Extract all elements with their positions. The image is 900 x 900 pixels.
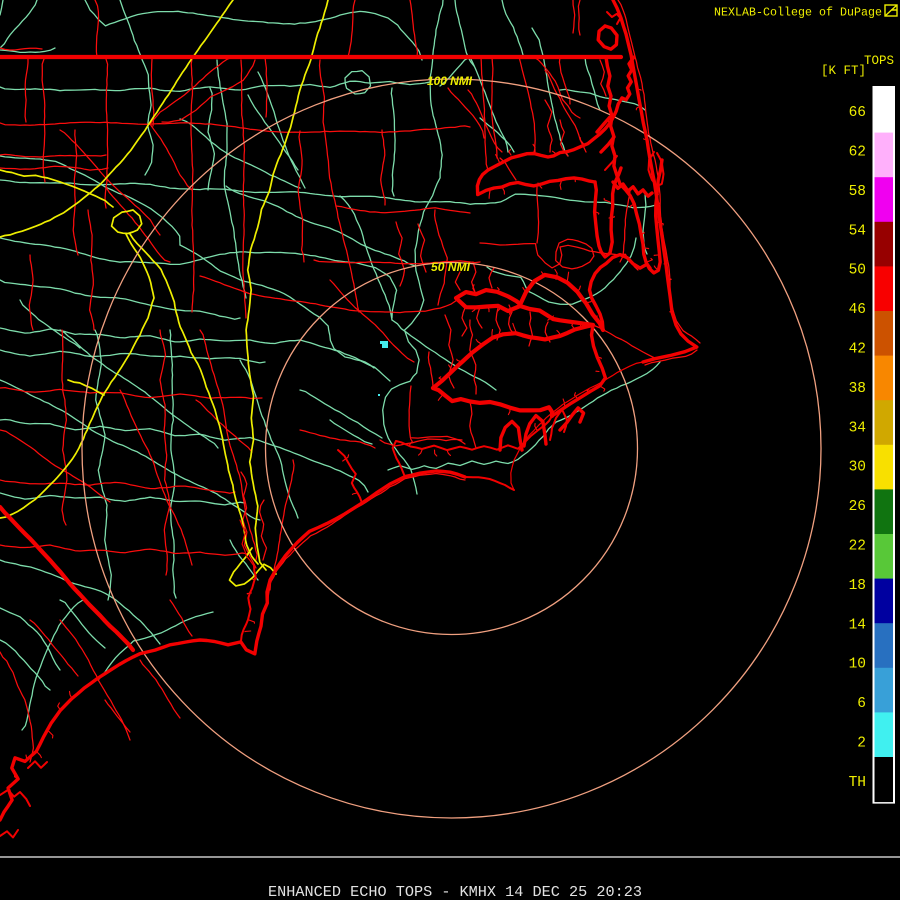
svg-text:58: 58: [849, 184, 866, 200]
svg-text:10: 10: [849, 657, 866, 673]
svg-text:26: 26: [849, 499, 866, 515]
svg-text:6: 6: [857, 696, 866, 712]
svg-text:ENHANCED ECHO TOPS - KMHX 14 D: ENHANCED ECHO TOPS - KMHX 14 DEC 25 20:2…: [268, 883, 642, 900]
svg-text:46: 46: [849, 302, 866, 318]
svg-text:54: 54: [849, 223, 866, 239]
svg-text:18: 18: [849, 578, 866, 594]
svg-text:50 NMI: 50 NMI: [431, 260, 471, 274]
svg-text:100 NMI: 100 NMI: [427, 74, 473, 88]
svg-text:62: 62: [849, 145, 866, 161]
svg-text:22: 22: [849, 539, 866, 555]
svg-text:14: 14: [849, 617, 866, 633]
svg-text:TH: TH: [849, 775, 866, 791]
svg-text:30: 30: [849, 460, 866, 476]
svg-text:[K FT]: [K FT]: [821, 64, 866, 78]
svg-text:NEXLAB-College of DuPage: NEXLAB-College of DuPage: [714, 7, 882, 20]
svg-text:TOPS: TOPS: [864, 54, 894, 68]
svg-text:2: 2: [857, 736, 866, 752]
svg-text:42: 42: [849, 342, 866, 358]
svg-text:34: 34: [849, 420, 866, 436]
svg-text:66: 66: [849, 105, 866, 121]
svg-text:50: 50: [849, 263, 866, 279]
svg-text:38: 38: [849, 381, 866, 397]
